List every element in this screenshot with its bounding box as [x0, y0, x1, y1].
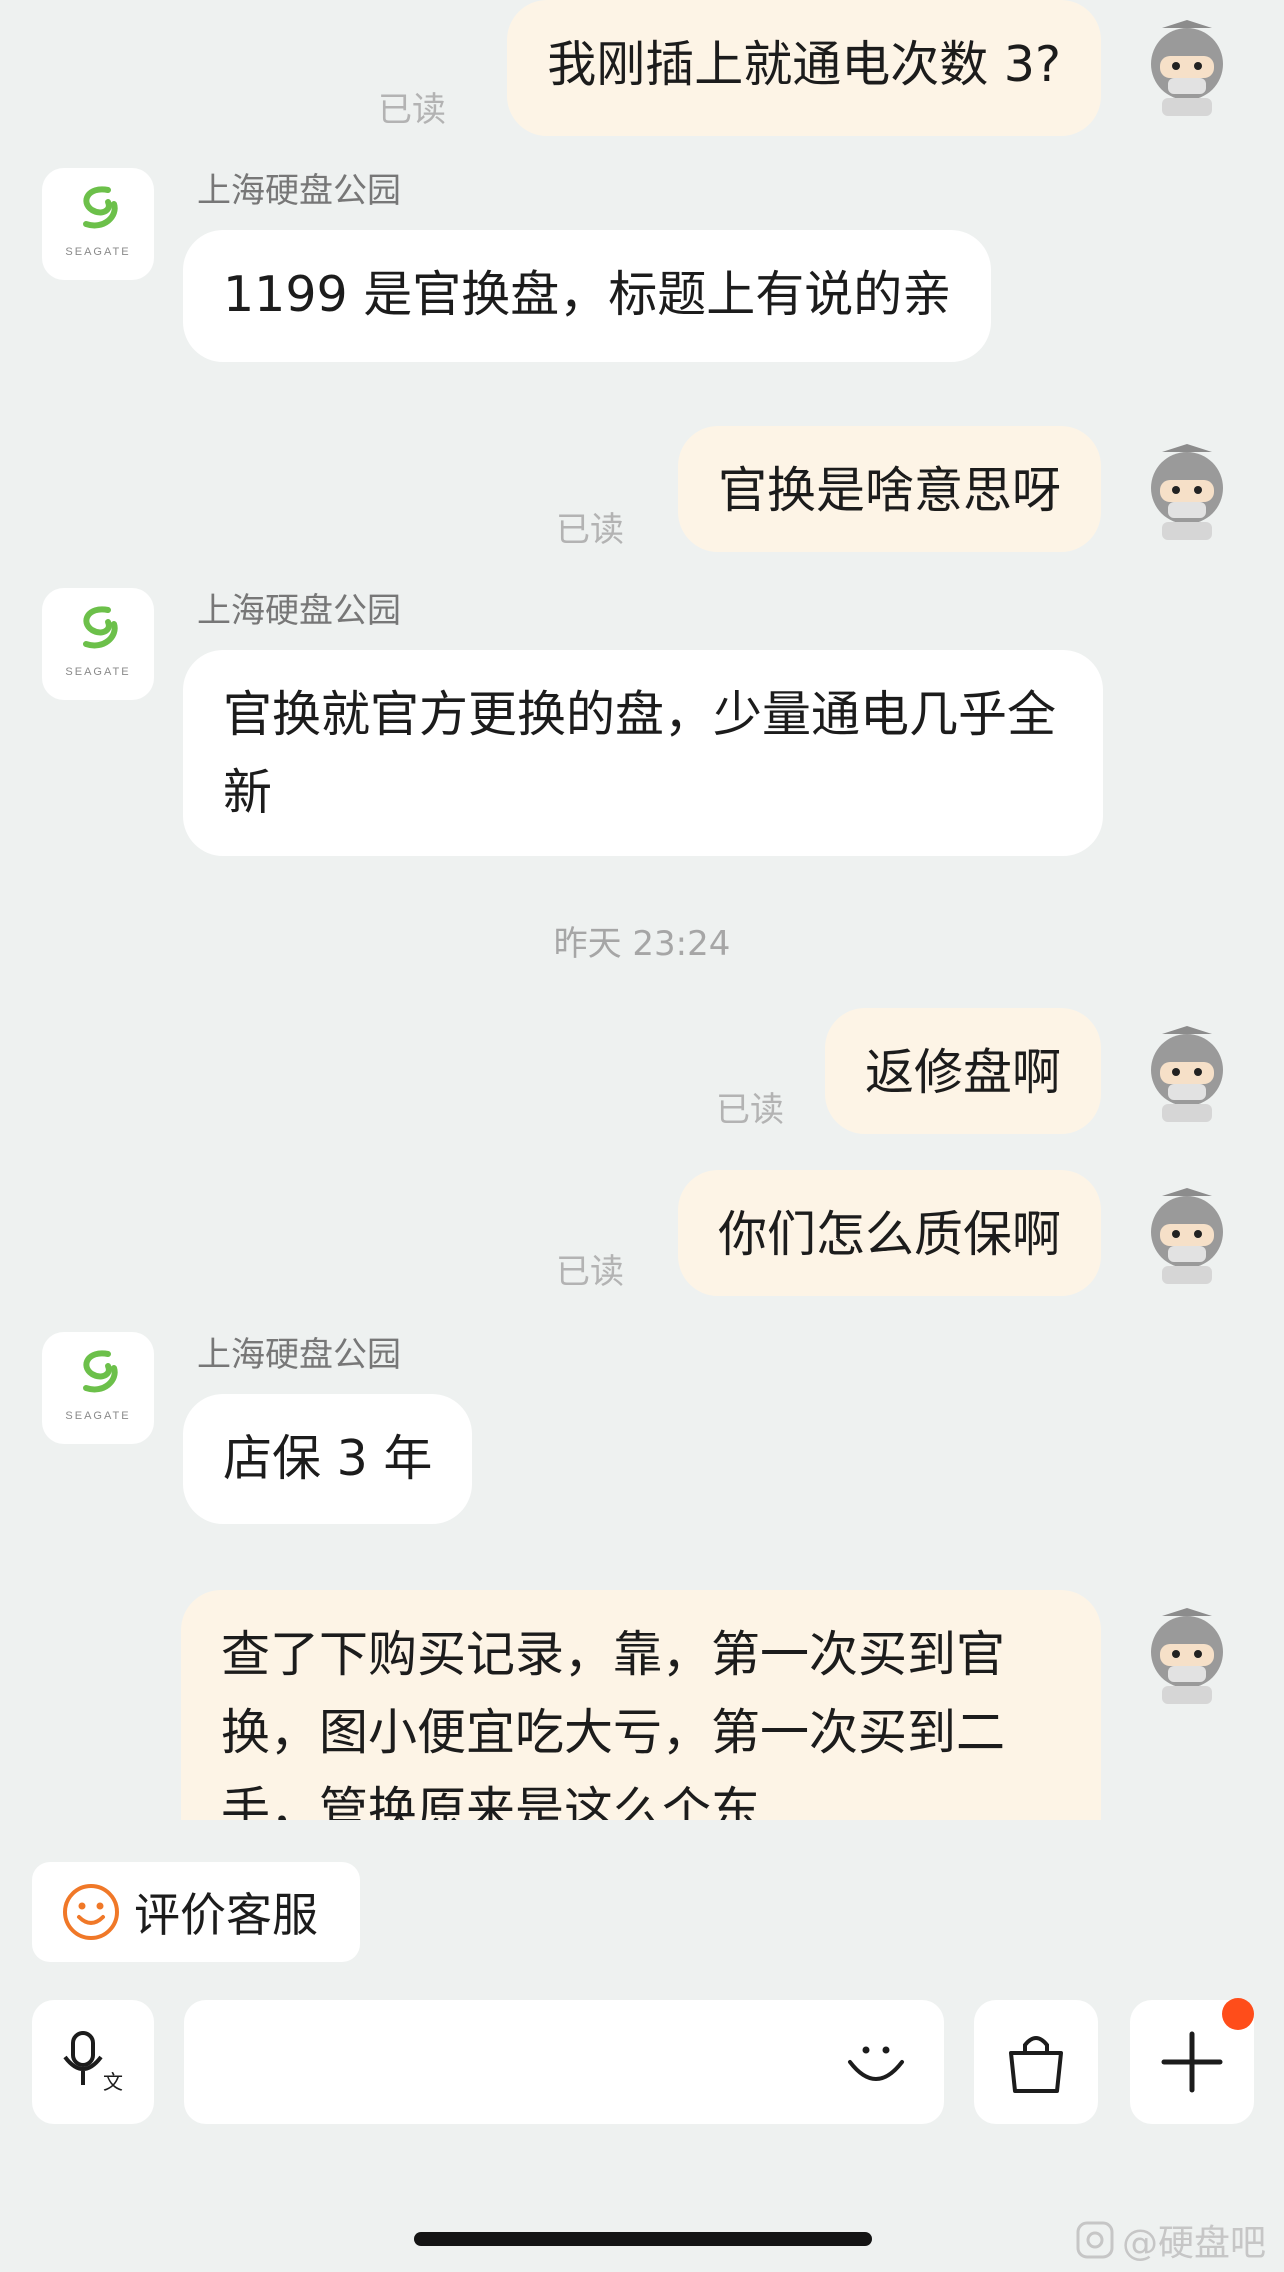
- seagate-wordmark: SEAGATE: [65, 246, 131, 258]
- message-text: 返修盘啊: [864, 1044, 1061, 1101]
- chat-area[interactable]: 我刚插上就通电次数 3? 已读 SEAGATE 上海硬盘公园 1199 是官换盘…: [0, 0, 1284, 1820]
- input-bar: 文: [0, 1998, 1284, 2128]
- message-text: 你们怎么质保啊: [717, 1206, 1061, 1263]
- ninja-avatar-icon: [1151, 444, 1223, 540]
- message-input[interactable]: [184, 2000, 944, 2124]
- shop-name: 上海硬盘公园: [197, 1335, 401, 1375]
- ninja-avatar-icon: [1151, 20, 1223, 116]
- message-text: 1199 是官换盘，标题上有说的亲: [223, 266, 952, 323]
- read-receipt: 已读: [716, 1090, 784, 1130]
- user-avatar[interactable]: [1142, 18, 1232, 116]
- seagate-logo-icon: [83, 606, 118, 649]
- user-avatar[interactable]: [1142, 1024, 1232, 1122]
- voice-input-button[interactable]: 文: [32, 2000, 154, 2124]
- voice-input-icon: 文: [63, 2031, 123, 2094]
- seagate-logo-icon: [83, 1350, 118, 1393]
- message-text: 官换就官方更换的盘，少量通电几乎全新: [223, 686, 1057, 821]
- watermark: @硬盘吧: [1076, 2214, 1266, 2266]
- message-bubble[interactable]: 返修盘啊: [824, 1008, 1101, 1134]
- plus-icon: [1161, 2031, 1223, 2093]
- message-bubble[interactable]: 1199 是官换盘，标题上有说的亲: [183, 230, 992, 362]
- message-text: 店保 3 年: [223, 1430, 433, 1487]
- shopping-bag-button[interactable]: [974, 2000, 1098, 2124]
- message-bubble[interactable]: 我刚插上就通电次数 3?: [507, 0, 1101, 136]
- user-avatar[interactable]: [1142, 1186, 1232, 1284]
- seagate-logo-icon: [83, 186, 118, 229]
- shop-avatar[interactable]: SEAGATE: [42, 168, 154, 280]
- tieba-logo-icon: [1076, 2221, 1114, 2259]
- smiley-rating-icon: [63, 1884, 119, 1940]
- user-avatar[interactable]: [1142, 1606, 1232, 1704]
- seagate-wordmark: SEAGATE: [65, 666, 131, 678]
- shop-name: 上海硬盘公园: [197, 591, 401, 631]
- message-bubble[interactable]: 官换就官方更换的盘，少量通电几乎全新: [183, 650, 1103, 856]
- home-indicator[interactable]: [414, 2232, 872, 2246]
- message-bubble[interactable]: 查了下购买记录，靠，第一次买到官换，图小便宜吃大亏，第一次买到二手，管换原来是这…: [181, 1590, 1101, 1820]
- rate-service-button[interactable]: 评价客服: [32, 1862, 360, 1962]
- shop-avatar[interactable]: SEAGATE: [42, 1332, 154, 1444]
- seagate-wordmark: SEAGATE: [65, 1410, 131, 1422]
- ninja-avatar-icon: [1151, 1026, 1223, 1122]
- message-text: 官换是啥意思呀: [717, 462, 1061, 519]
- watermark-text: @硬盘吧: [1121, 2223, 1266, 2264]
- rate-service-label: 评价客服: [134, 1888, 318, 1942]
- message-bubble[interactable]: 官换是啥意思呀: [677, 426, 1101, 552]
- shop-name: 上海硬盘公园: [197, 171, 401, 211]
- user-avatar[interactable]: [1142, 442, 1232, 540]
- message-bubble[interactable]: 你们怎么质保啊: [677, 1170, 1101, 1296]
- shop-avatar[interactable]: SEAGATE: [42, 588, 154, 700]
- read-receipt: 已读: [556, 1252, 624, 1292]
- notification-badge: [1222, 1998, 1254, 2030]
- ninja-avatar-icon: [1151, 1608, 1223, 1704]
- message-text: 我刚插上就通电次数 3?: [547, 36, 1061, 93]
- read-receipt: 已读: [378, 90, 446, 130]
- message-bubble[interactable]: 店保 3 年: [183, 1394, 473, 1524]
- svg-text:文: 文: [103, 2070, 123, 2094]
- shopping-bag-icon: [1009, 2036, 1063, 2093]
- message-text: 查了下购买记录，靠，第一次买到官换，图小便宜吃大亏，第一次买到二手，管换原来是这…: [221, 1626, 1006, 1820]
- smiley-icon[interactable]: [844, 2030, 908, 2094]
- more-button[interactable]: [1130, 1998, 1254, 2124]
- chat-timestamp: 昨天 23:24: [553, 924, 731, 964]
- read-receipt: 已读: [556, 510, 624, 550]
- ninja-avatar-icon: [1151, 1188, 1223, 1284]
